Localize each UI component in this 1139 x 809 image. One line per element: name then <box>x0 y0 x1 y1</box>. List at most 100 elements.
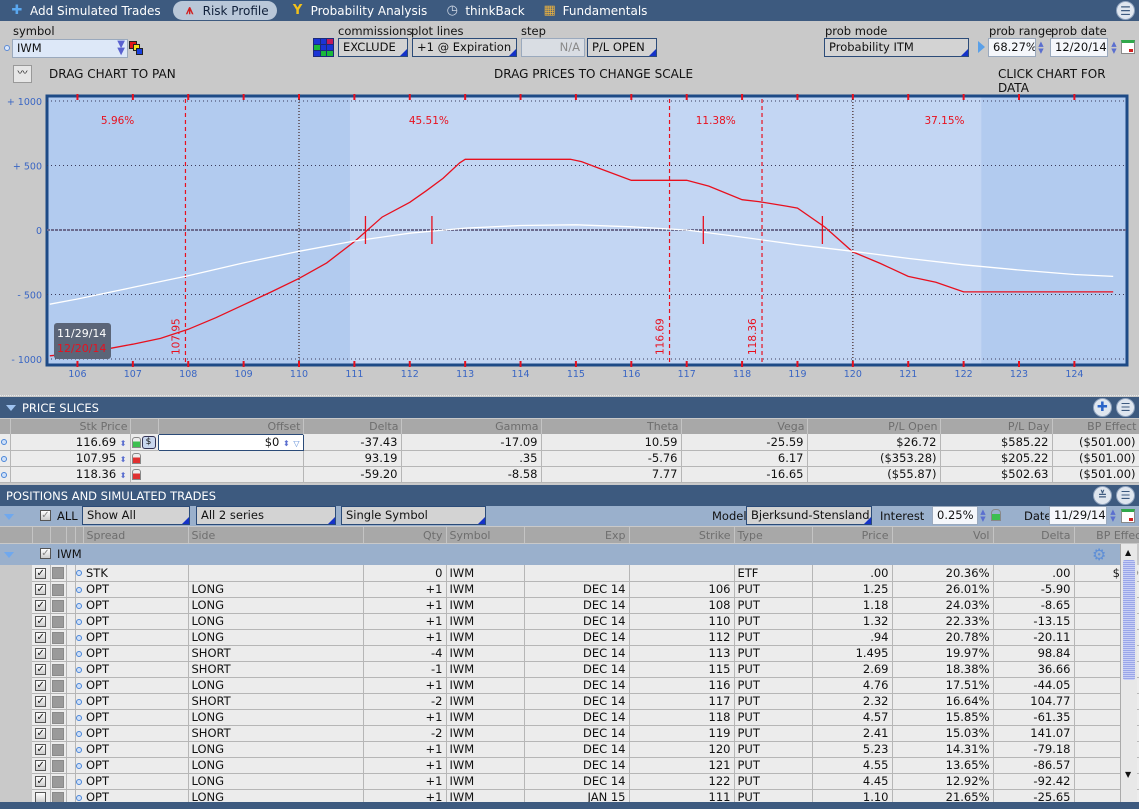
link-dot-icon[interactable] <box>75 730 82 737</box>
strike-cell[interactable]: 121 <box>629 757 735 774</box>
position-checkbox[interactable]: ✓ <box>35 760 47 771</box>
link-dot-icon[interactable] <box>75 570 82 577</box>
side-cell[interactable]: SHORT <box>188 693 364 710</box>
mini-chart-icon[interactable] <box>52 599 64 612</box>
position-checkbox[interactable]: ✓ <box>35 696 47 707</box>
link-dot-icon[interactable] <box>0 455 7 462</box>
link-dot-icon[interactable] <box>75 794 82 801</box>
position-row[interactable]: ✓ OPT LONG +1 IWM DEC 14 121 PUT 4.55 13.65% -86.5… <box>0 757 1139 774</box>
price-cell[interactable]: 1.495 <box>812 645 893 662</box>
price-cell[interactable]: 4.57 <box>812 709 893 726</box>
mini-chart-icon[interactable] <box>52 663 64 676</box>
qty-cell[interactable]: +1 <box>363 741 447 758</box>
stk-price-cell[interactable]: 116.69 ⬍ <box>10 434 131 451</box>
offset-stepper[interactable]: ⬍ <box>283 439 290 448</box>
col-symbol[interactable]: Symbol <box>446 527 525 543</box>
exp-cell[interactable]: DEC 14 <box>524 581 630 598</box>
type-cell[interactable]: PUT <box>734 741 813 758</box>
lock-icon[interactable] <box>131 436 141 448</box>
strike-cell[interactable]: 116 <box>629 677 735 694</box>
interest-stepper[interactable]: ▲ ▼ <box>978 507 988 524</box>
price-stepper[interactable]: ⬍ <box>120 455 127 464</box>
prob-date-stepper[interactable]: ▲ ▼ <box>1109 39 1119 56</box>
link-dot-icon[interactable] <box>75 746 82 753</box>
pl-mode-select[interactable]: P/L OPEN <box>587 38 657 57</box>
price-cell[interactable]: 2.32 <box>812 693 893 710</box>
tab-add-simulated-trades[interactable]: ✚ Add Simulated Trades <box>0 1 169 20</box>
price-slice-row[interactable]: 118.36 ⬍ -59.20 -8.58 7.77 -16.65 ($55.87) $50… <box>0 466 1139 483</box>
position-row[interactable]: ✓ OPT LONG +1 IWM DEC 14 112 PUT .94 20.78% -20.11… <box>0 629 1139 646</box>
type-cell[interactable]: PUT <box>734 661 813 678</box>
col-type[interactable]: Type <box>734 527 813 543</box>
strike-cell[interactable]: 119 <box>629 725 735 742</box>
stk-price-cell[interactable]: 118.36 ⬍ <box>10 466 131 483</box>
strike-cell[interactable]: 117 <box>629 693 735 710</box>
type-cell[interactable]: PUT <box>734 629 813 646</box>
position-checkbox[interactable]: ✓ <box>35 632 47 643</box>
exp-cell[interactable]: DEC 14 <box>524 661 630 678</box>
position-checkbox[interactable]: ✓ <box>35 776 47 787</box>
strike-cell[interactable] <box>629 565 735 582</box>
link-dot-icon[interactable] <box>75 714 82 721</box>
col-vol[interactable]: Vol <box>892 527 994 543</box>
price-cell[interactable]: 2.41 <box>812 725 893 742</box>
link-dot-icon[interactable] <box>75 602 82 609</box>
exp-cell[interactable]: DEC 14 <box>524 741 630 758</box>
link-dot-icon[interactable] <box>75 618 82 625</box>
side-cell[interactable]: LONG <box>188 597 364 614</box>
col-qty[interactable]: Qty <box>363 527 447 543</box>
scroll-up-icon[interactable]: ▲ <box>1125 548 1131 557</box>
col-bp-effect[interactable]: BP Effect <box>1052 419 1139 434</box>
mini-chart-icon[interactable] <box>52 711 64 724</box>
link-dot-icon[interactable] <box>75 698 82 705</box>
qty-cell[interactable]: -2 <box>363 725 447 742</box>
positions-header[interactable]: POSITIONS AND SIMULATED TRADES ≚ ☰ <box>0 485 1139 506</box>
scroll-down-icon[interactable]: ▼ <box>1125 770 1131 779</box>
price-slices-header[interactable]: PRICE SLICES ✚ ☰ <box>0 397 1139 418</box>
price-cell[interactable]: 4.45 <box>812 773 893 790</box>
type-cell[interactable]: PUT <box>734 773 813 790</box>
color-link-icon[interactable] <box>129 41 143 55</box>
strike-cell[interactable]: 113 <box>629 645 735 662</box>
group-row-iwm[interactable]: ✓ IWM ⚙ <box>0 544 1120 565</box>
dollar-icon[interactable]: $ <box>141 435 156 449</box>
list-menu-icon[interactable]: ☰ <box>1116 1 1135 20</box>
price-stepper[interactable]: ⬍ <box>120 439 127 448</box>
price-stepper[interactable]: ⬍ <box>120 471 127 480</box>
strike-cell[interactable]: 110 <box>629 613 735 630</box>
collapse-triangle-icon[interactable] <box>4 552 14 558</box>
exp-cell[interactable]: DEC 14 <box>524 693 630 710</box>
col-spread[interactable]: Spread <box>83 527 189 543</box>
exp-cell[interactable]: DEC 14 <box>524 629 630 646</box>
list-menu-icon[interactable]: ☰ <box>1116 486 1135 505</box>
side-cell[interactable]: SHORT <box>188 725 364 742</box>
link-dot-icon[interactable] <box>75 634 82 641</box>
exp-cell[interactable]: DEC 14 <box>524 645 630 662</box>
qty-cell[interactable]: -2 <box>363 693 447 710</box>
price-cell[interactable]: .94 <box>812 629 893 646</box>
exp-cell[interactable]: DEC 14 <box>524 597 630 614</box>
exp-cell[interactable]: DEC 14 <box>524 757 630 774</box>
prob-date-input[interactable]: 12/20/14 <box>1050 38 1108 57</box>
mini-chart-icon[interactable] <box>52 647 64 660</box>
link-dot-icon[interactable] <box>75 762 82 769</box>
qty-cell[interactable]: +1 <box>363 629 447 646</box>
group-checkbox[interactable]: ✓ <box>40 548 51 559</box>
col-offset[interactable]: Offset <box>158 419 304 434</box>
col-pl-open[interactable]: P/L Open <box>807 419 941 434</box>
positions-scrollbar[interactable]: ▲ ▼ <box>1120 544 1137 802</box>
tab-thinkback[interactable]: ◷ thinkBack <box>435 1 532 20</box>
type-cell[interactable]: PUT <box>734 693 813 710</box>
link-dot-icon[interactable] <box>75 778 82 785</box>
position-checkbox[interactable]: ✓ <box>35 712 47 723</box>
type-cell[interactable]: PUT <box>734 725 813 742</box>
side-cell[interactable]: LONG <box>188 709 364 726</box>
collapse-triangle-icon[interactable] <box>6 404 16 411</box>
qty-cell[interactable]: +1 <box>363 773 447 790</box>
col-strike[interactable]: Strike <box>629 527 735 543</box>
position-row[interactable]: ✓ OPT SHORT -2 IWM DEC 14 119 PUT 2.41 15.03% 141.… <box>0 725 1139 742</box>
interest-input[interactable]: 0.25% <box>932 506 978 525</box>
color-grid-icon[interactable] <box>313 38 334 57</box>
type-cell[interactable]: PUT <box>734 709 813 726</box>
col-gamma[interactable]: Gamma <box>401 419 542 434</box>
